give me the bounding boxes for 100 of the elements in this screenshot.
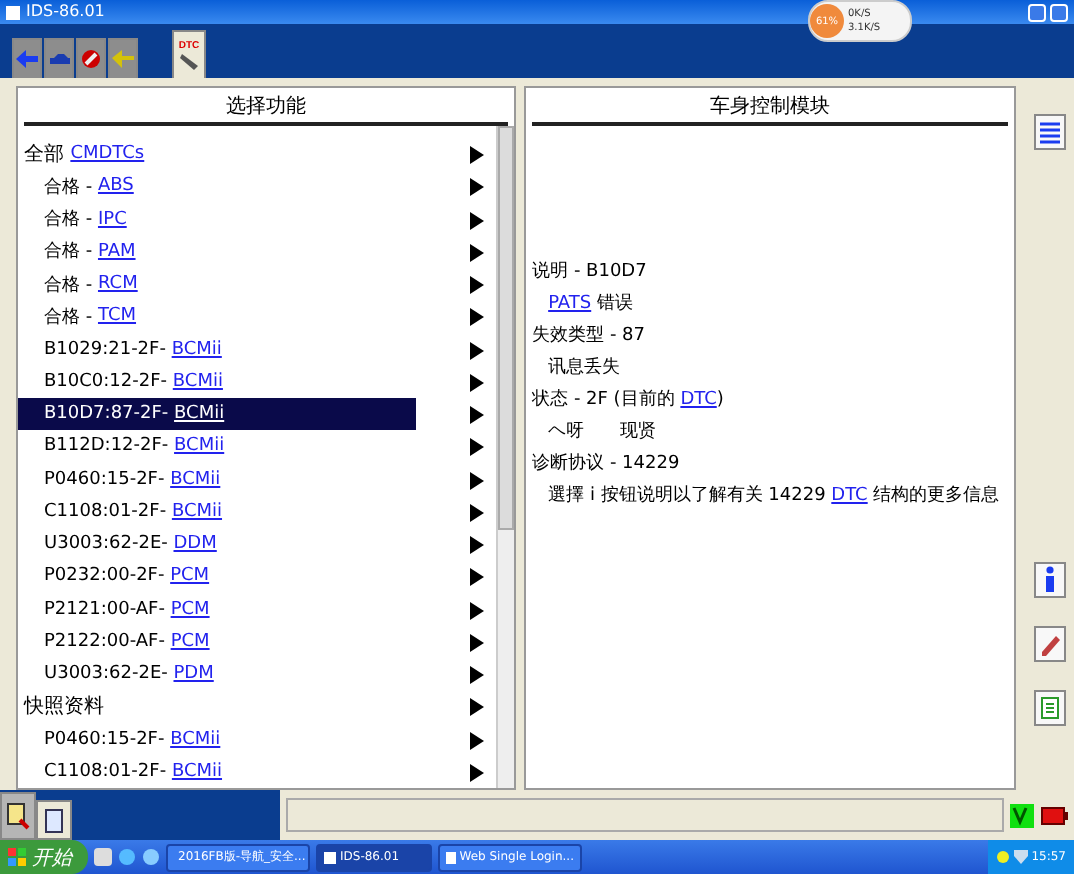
- window-title: IDS-86.01: [26, 0, 105, 24]
- module-link[interactable]: BCMii: [170, 469, 221, 490]
- detail-text: ヘ呀 现贤: [546, 419, 659, 442]
- pencil-icon: [1037, 632, 1062, 656]
- module-link[interactable]: BCMii: [174, 404, 225, 425]
- module-link[interactable]: BCMii: [170, 729, 221, 750]
- dtc-link[interactable]: DTC: [831, 486, 868, 506]
- item-label: P0460:15-2F-: [44, 729, 167, 750]
- module-link[interactable]: BCMii: [174, 436, 225, 457]
- module-link[interactable]: BCMii: [171, 339, 222, 360]
- report-tab[interactable]: [36, 800, 72, 840]
- list-item[interactable]: 快照资料: [18, 690, 497, 723]
- detail-text: 選擇 i 按钮说明以了解有关 14229 DTC 结构的更多信息: [546, 483, 1002, 506]
- edit-button[interactable]: [1033, 626, 1066, 662]
- detail-heading: 诊断协议 - 14229: [532, 451, 682, 474]
- item-label: 合格 -: [44, 207, 95, 233]
- info-button[interactable]: [1033, 562, 1066, 598]
- item-label: 合格 -: [44, 239, 95, 265]
- restore-button[interactable]: [1050, 3, 1068, 21]
- item-label: P2122:00-AF-: [44, 631, 167, 652]
- quick-launch-icon[interactable]: [94, 848, 112, 866]
- diagnostic-tab[interactable]: [0, 792, 36, 840]
- item-label: C1108:01-2F-: [44, 501, 169, 522]
- list-item[interactable]: U3003:62-2E- PDM: [18, 658, 497, 691]
- toolbar-tab[interactable]: [76, 38, 106, 78]
- list-item[interactable]: U3003:62-2E- DDM: [18, 528, 497, 561]
- panel-title: 车身控制模块: [710, 93, 831, 119]
- module-link[interactable]: PDM: [173, 664, 214, 685]
- dtc-link[interactable]: PATS: [548, 294, 592, 314]
- module-link[interactable]: BCMii: [171, 761, 223, 782]
- document-icon: [1039, 696, 1060, 720]
- back-arrow-icon: [16, 50, 38, 68]
- shield-icon: [1013, 850, 1028, 864]
- list-icon: [1037, 120, 1062, 144]
- list-item[interactable]: 合格 - TCM: [18, 300, 497, 333]
- item-label: U3003:62-2E-: [44, 664, 170, 685]
- item-label: B10C0:12-2F-: [44, 371, 170, 392]
- car-icon: [47, 52, 71, 66]
- info-icon: [1041, 566, 1058, 594]
- module-link[interactable]: PCM: [170, 631, 210, 652]
- module-link[interactable]: IPC: [97, 209, 127, 230]
- module-link[interactable]: TCM: [97, 306, 137, 327]
- item-label: P0232:00-2F-: [44, 566, 167, 587]
- app-icon: [6, 5, 20, 19]
- detail-heading: 状态 - 2F (目前的 DTC): [532, 387, 726, 410]
- item-label: P0460:15-2F-: [44, 469, 167, 490]
- module-link[interactable]: PCM: [170, 566, 210, 587]
- item-label: 合格 -: [44, 175, 95, 200]
- item-label: 合格 -: [44, 305, 95, 330]
- item-label: B112D:12-2F-: [44, 436, 171, 457]
- item-label: P2121:00-AF-: [44, 599, 167, 620]
- list-item[interactable]: 合格 - PAM: [18, 235, 497, 268]
- list-item[interactable]: P0232:00-2F- PCM: [18, 560, 497, 593]
- magnifier-icon: [6, 802, 30, 830]
- list-item[interactable]: 合格 - RCM: [18, 268, 497, 301]
- toolbar-tab[interactable]: [44, 38, 74, 78]
- module-link[interactable]: DDM: [173, 534, 217, 555]
- detail-text: 讯息丢失: [546, 355, 623, 378]
- list-item[interactable]: C1108:01-2F- BCMii: [18, 495, 497, 528]
- arrow-flag-icon: [112, 48, 134, 70]
- module-link[interactable]: BCMii: [171, 501, 223, 522]
- item-label: B1029:21-2F-: [44, 339, 168, 360]
- list-item[interactable]: B10C0:12-2F- BCMii: [18, 365, 497, 398]
- list-item[interactable]: B112D:12-2F- BCMii: [18, 430, 497, 463]
- item-label: 快照资料: [24, 693, 104, 721]
- list-item[interactable]: P0460:15-2F- BCMii: [18, 463, 497, 496]
- document-icon: [44, 807, 64, 833]
- list-item[interactable]: 全部 CMDTCs: [18, 138, 497, 171]
- module-link[interactable]: RCM: [97, 274, 138, 295]
- dtc-link[interactable]: DTC: [680, 390, 717, 410]
- minimize-button[interactable]: [1028, 3, 1046, 21]
- detail-heading: 失效类型 - 87: [532, 323, 647, 346]
- list-item[interactable]: P2122:00-AF- PCM: [18, 625, 497, 658]
- list-view-button[interactable]: [1033, 114, 1066, 150]
- battery-icon: [1040, 805, 1068, 825]
- windows-logo-icon: [8, 848, 26, 866]
- scrollbar[interactable]: [496, 126, 515, 788]
- item-label: B10D7:87-2F-: [44, 404, 171, 425]
- list-item[interactable]: 合格 - ABS: [18, 170, 497, 203]
- module-link[interactable]: PCM: [170, 599, 210, 620]
- list-item[interactable]: P0460:15-2F- BCMii: [18, 723, 497, 756]
- item-label: C1108:01-2F-: [44, 761, 169, 782]
- list-item[interactable]: B1029:21-2F- BCMii: [18, 333, 497, 366]
- list-item[interactable]: C1108:01-2F- BCMii: [18, 755, 497, 788]
- document-button[interactable]: [1033, 690, 1066, 726]
- vcm-status-icon: [1010, 803, 1034, 827]
- window-icon: [446, 851, 456, 863]
- item-label: 全部: [24, 141, 66, 169]
- module-link[interactable]: BCMii: [172, 371, 223, 392]
- module-link[interactable]: CMDTCs: [70, 144, 145, 165]
- tray-icon: [995, 850, 1010, 864]
- list-item[interactable]: P2121:00-AF- PCM: [18, 593, 497, 626]
- detail-text: PATS 错误: [546, 291, 635, 314]
- item-label: U3003:62-2E-: [44, 534, 170, 555]
- module-link[interactable]: ABS: [97, 176, 134, 197]
- panel-title: 选择功能: [226, 93, 307, 119]
- list-item[interactable]: 合格 - IPC: [18, 203, 497, 236]
- module-link[interactable]: PAM: [97, 241, 136, 262]
- start-button[interactable]: 开始: [0, 840, 88, 874]
- detail-heading: 说明 - B10D7: [532, 259, 649, 282]
